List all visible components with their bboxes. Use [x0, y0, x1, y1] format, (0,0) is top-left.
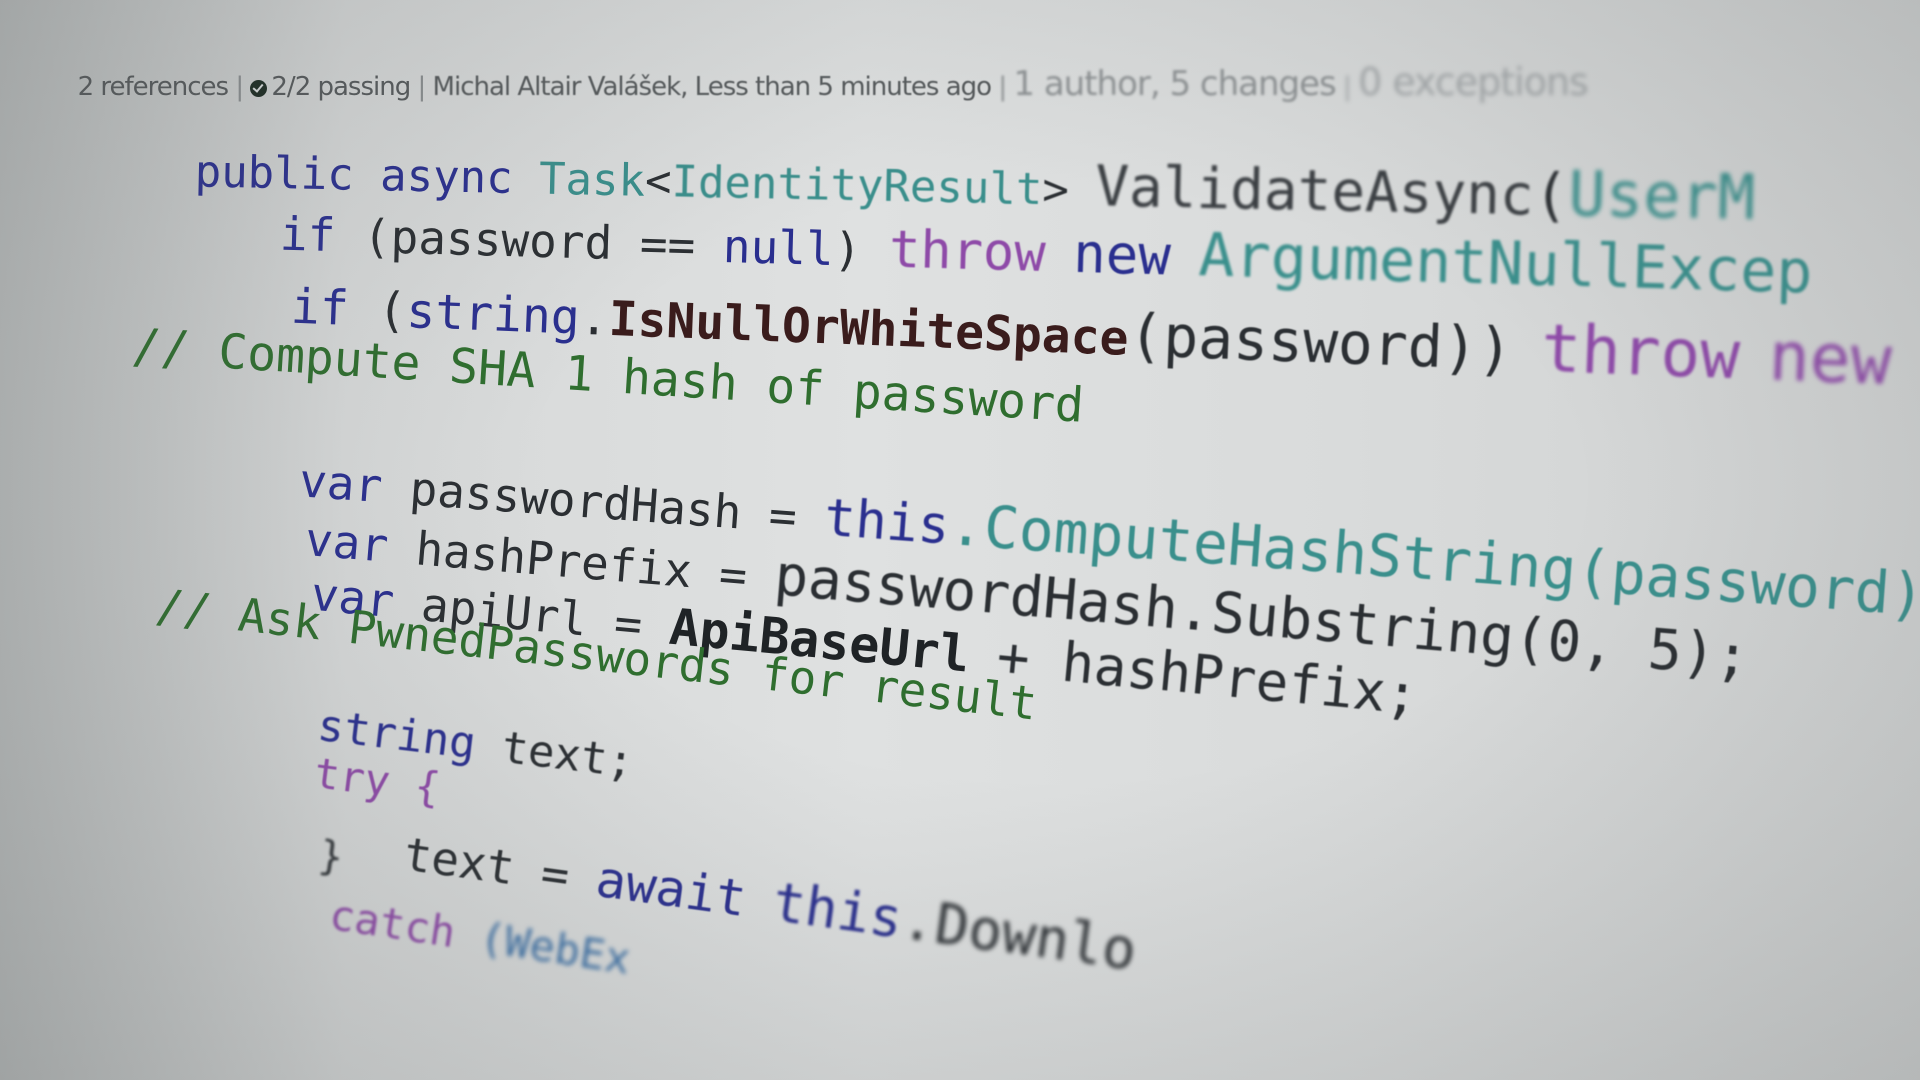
keyword-catch: catch [326, 889, 459, 958]
catch-expression: (WebEx [476, 912, 634, 984]
punct-open: ( [376, 282, 408, 340]
download-call: .Downlo [897, 887, 1141, 984]
var-text: text; [498, 721, 637, 789]
keyword-throw: throw [1539, 309, 1742, 395]
args: (password)) [1127, 300, 1514, 384]
codelens-separator: | [1335, 72, 1359, 102]
codelens-exceptions[interactable]: 0 exceptions [1358, 60, 1589, 104]
screen-photo: 2 references | 2/2 passing | Michal Alta… [0, 0, 1920, 1080]
concat-expression: + hashPrefix; [994, 624, 1421, 728]
code-editor[interactable]: 2 references | 2/2 passing | Michal Alta… [0, 0, 1920, 1080]
keyword-new: new [1767, 317, 1894, 402]
keyword-this: this [769, 870, 907, 951]
punct-dot: . [578, 289, 610, 347]
